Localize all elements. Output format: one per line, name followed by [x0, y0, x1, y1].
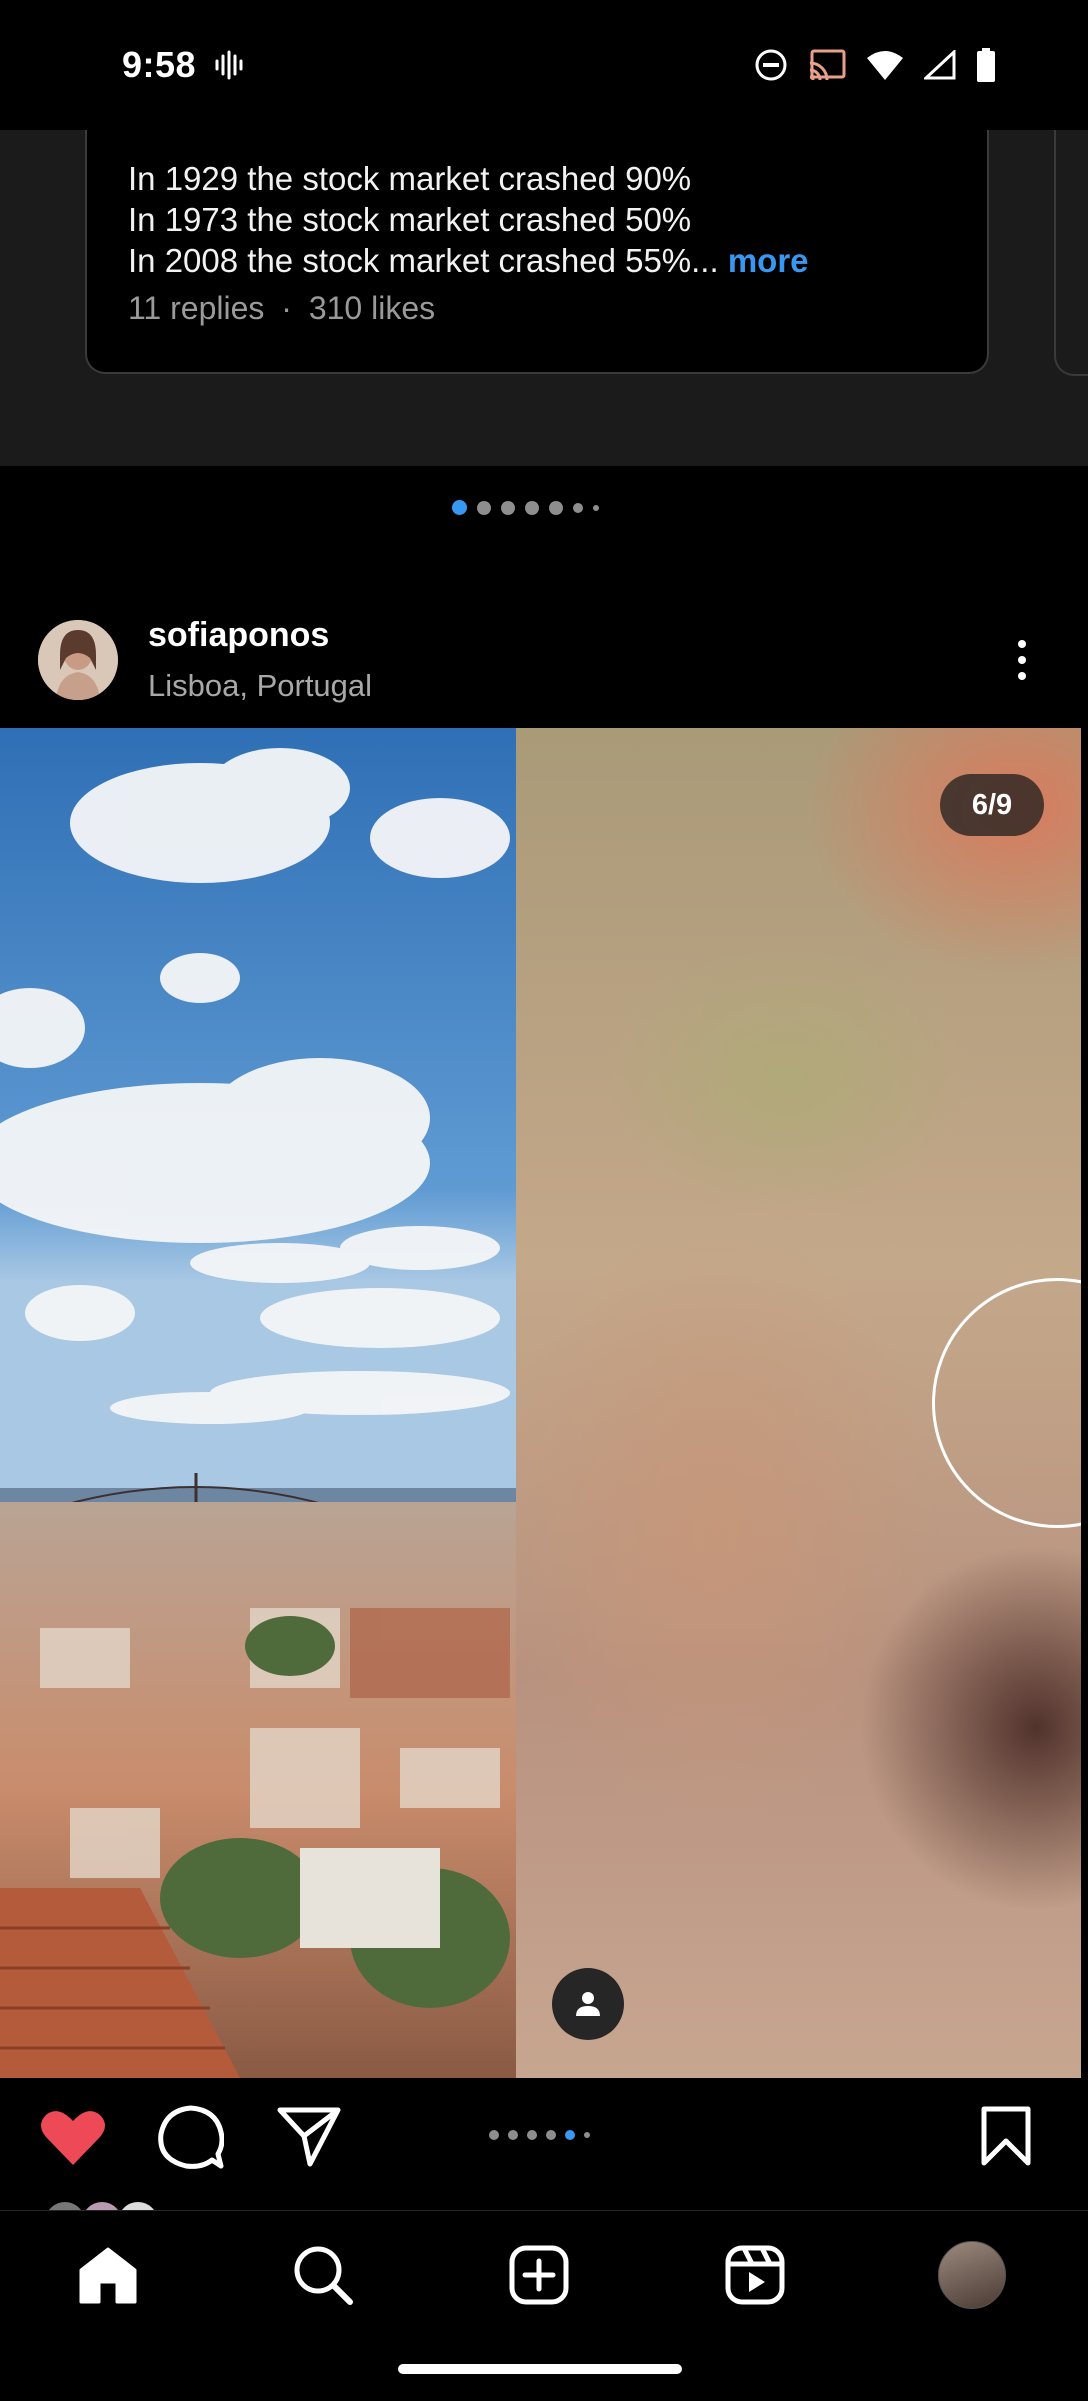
nav-create[interactable]	[499, 2240, 579, 2310]
status-icons	[754, 48, 996, 82]
battery-icon	[977, 48, 995, 82]
carousel-dot	[527, 2130, 537, 2140]
vibrate-icon	[215, 50, 243, 80]
author-username[interactable]: sofiaponos	[148, 616, 329, 655]
home-icon	[79, 2247, 137, 2304]
carousel-dot	[549, 500, 563, 515]
carousel-dot-active	[452, 500, 467, 515]
cell-signal-icon	[924, 50, 956, 80]
home-indicator[interactable]	[398, 2364, 682, 2374]
carousel-dot	[584, 2132, 590, 2138]
nav-home[interactable]	[68, 2240, 148, 2310]
status-time: 9:58	[122, 44, 197, 85]
post-location[interactable]: Lisboa, Portugal	[148, 668, 372, 704]
comment-icon[interactable]	[158, 2104, 224, 2170]
next-thread-card-edge[interactable]	[1054, 130, 1088, 376]
likes-count[interactable]: 310 likes	[309, 290, 435, 326]
image-counter-badge: 6/9	[940, 774, 1044, 836]
more-options-icon[interactable]	[1010, 636, 1034, 684]
thread-text-line: In 1929 the stock market crashed 90%	[128, 160, 692, 197]
heart-icon[interactable]	[38, 2107, 108, 2167]
carousel-dot	[477, 500, 491, 515]
threads-post-card[interactable]: In 1929 the stock market crashed 90% In …	[85, 130, 989, 374]
thread-text-line-3: In 2008 the stock market crashed 55%...	[128, 242, 719, 279]
cast-icon	[809, 49, 846, 81]
reels-icon	[725, 2245, 785, 2305]
avatar-image	[38, 620, 118, 700]
author-avatar[interactable]	[38, 620, 118, 700]
thread-text-line: In 2008 the stock market crashed 55%... …	[128, 242, 809, 280]
threads-carousel-dots	[452, 500, 599, 515]
lisbon-cityscape-photo	[0, 728, 516, 2078]
wifi-icon	[867, 51, 903, 80]
do-not-disturb-icon	[755, 49, 787, 81]
profile-avatar	[938, 2241, 1006, 2309]
person-icon	[576, 1992, 600, 2016]
nav-search[interactable]	[283, 2240, 363, 2310]
create-icon	[509, 2245, 569, 2305]
carousel-dot-active	[565, 2130, 575, 2140]
post-carousel-dots	[489, 2130, 590, 2140]
more-link[interactable]: more	[728, 242, 809, 279]
search-icon	[294, 2246, 353, 2305]
carousel-dot	[573, 502, 583, 513]
thread-stats: 11 replies · 310 likes	[128, 290, 435, 327]
carousel-dot	[546, 2130, 556, 2140]
bookmark-icon[interactable]	[980, 2105, 1032, 2167]
tagged-people-button[interactable]	[552, 1968, 624, 2040]
nav-reels[interactable]	[715, 2240, 795, 2310]
send-icon[interactable]	[276, 2106, 342, 2168]
stats-separator: ·	[281, 290, 292, 326]
carousel-dot	[525, 500, 539, 515]
post-media[interactable]: 6/9	[0, 728, 1081, 2078]
nav-profile[interactable]	[932, 2240, 1012, 2310]
carousel-dot	[508, 2130, 518, 2140]
carousel-dot	[489, 2130, 499, 2140]
carousel-dot	[501, 500, 515, 515]
thread-text-line: In 1973 the stock market crashed 50%	[128, 201, 692, 238]
carousel-dot	[593, 504, 599, 511]
replies-count[interactable]: 11 replies	[128, 290, 264, 326]
